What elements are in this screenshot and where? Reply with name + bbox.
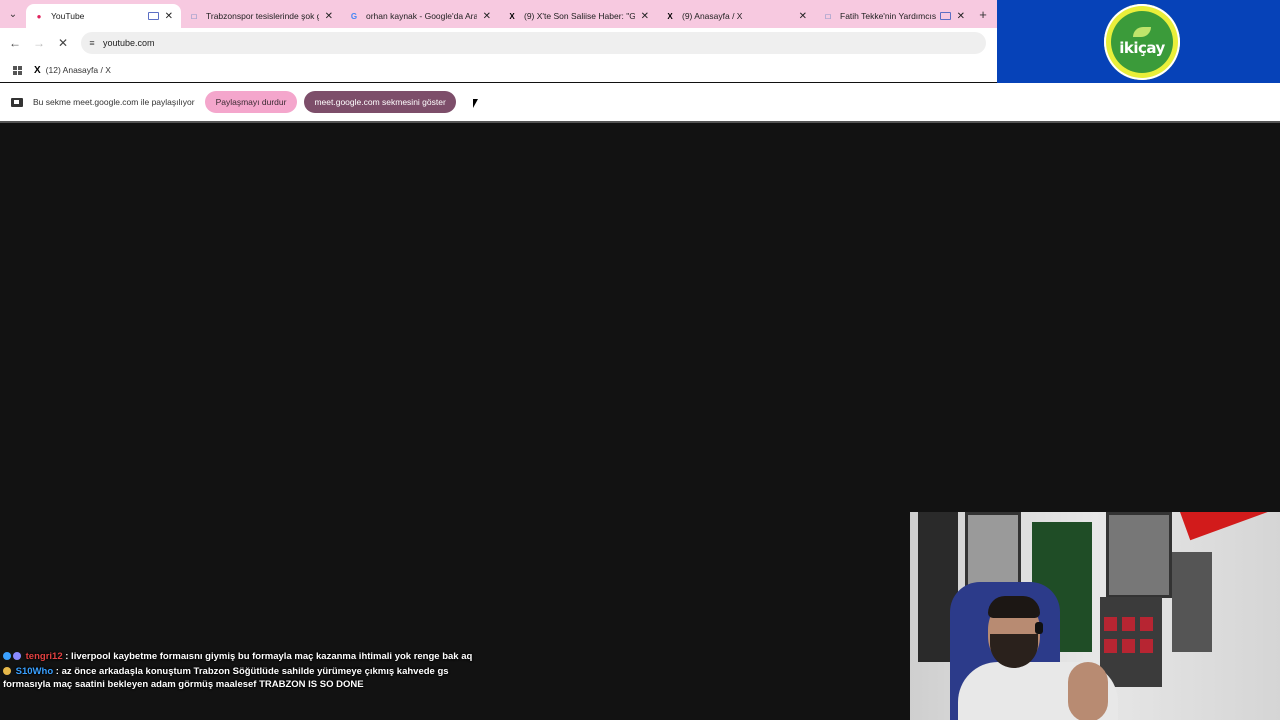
webcam-feed bbox=[910, 512, 1280, 720]
stop-loading-button[interactable]: ✕ bbox=[51, 28, 75, 58]
tab-youtube[interactable]: ● YouTube ✕ bbox=[26, 4, 181, 28]
chat-text: : az önce arkadaşla konuştum Trabzon Söğ… bbox=[3, 666, 449, 690]
show-meet-tab-button[interactable]: meet.google.com sekmesini göster bbox=[304, 91, 456, 113]
x-icon: X bbox=[509, 11, 515, 21]
screen-share-icon bbox=[11, 97, 23, 107]
x-icon: X bbox=[34, 64, 41, 76]
tab-sharing-bar: Bu sekme meet.google.com ile paylaşılıyo… bbox=[0, 83, 1280, 121]
tab-strip: ⌄ ● YouTube ✕ □ Trabzonspor tesislerinde… bbox=[0, 0, 997, 28]
apps-icon[interactable] bbox=[0, 65, 34, 75]
tab-x-haber[interactable]: X (9) X'te Son Saliise Haber: "Galat ✕ bbox=[499, 4, 657, 28]
chat-username: S10Who bbox=[15, 666, 54, 677]
tab-title: Fatih Tekke'nin Yardımcısı C bbox=[840, 11, 936, 21]
forward-button[interactable]: → bbox=[27, 28, 51, 58]
plus-icon: + bbox=[979, 6, 987, 22]
close-icon[interactable]: ✕ bbox=[799, 11, 807, 22]
tab-search-button[interactable]: ⌄ bbox=[0, 0, 26, 28]
youtube-icon: ● bbox=[36, 11, 42, 21]
logo-text: ikiçay bbox=[1119, 39, 1165, 57]
arrow-left-icon: ← bbox=[9, 36, 21, 50]
chat-message: tengri12 : liverpool kaybetme formaısnı … bbox=[3, 650, 473, 663]
tab-trabzonspor[interactable]: □ Trabzonspor tesislerinde şok ge ✕ bbox=[181, 4, 341, 28]
close-icon: ✕ bbox=[57, 36, 69, 50]
tab-fatih-tekke[interactable]: □ Fatih Tekke'nin Yardımcısı C ✕ bbox=[815, 4, 973, 28]
site-settings-icon[interactable]: ≡ bbox=[81, 38, 103, 48]
x-icon: X bbox=[667, 11, 673, 21]
close-icon[interactable]: ✕ bbox=[325, 11, 333, 22]
new-tab-button[interactable]: + bbox=[973, 0, 993, 28]
close-icon[interactable]: ✕ bbox=[165, 11, 173, 22]
stop-sharing-button[interactable]: Paylaşmayı durdur bbox=[204, 91, 298, 113]
google-icon: G bbox=[350, 11, 358, 21]
chat-overlay: tengri12 : liverpool kaybetme formaısnı … bbox=[3, 650, 473, 693]
ikicay-logo: ikiçay bbox=[1104, 4, 1180, 80]
cast-icon bbox=[939, 12, 951, 20]
badge-icon bbox=[3, 652, 11, 660]
bookmarks-bar: X (12) Anasayfa / X bbox=[0, 58, 997, 82]
close-icon[interactable]: ✕ bbox=[483, 11, 491, 22]
news-icon: □ bbox=[825, 11, 831, 21]
close-icon[interactable]: ✕ bbox=[641, 11, 649, 22]
tab-title: orhan kaynak - Google'da Ara bbox=[366, 11, 477, 21]
arrow-right-icon: → bbox=[33, 36, 45, 50]
tab-title: Trabzonspor tesislerinde şok ge bbox=[206, 11, 319, 21]
sharing-message: Bu sekme meet.google.com ile paylaşılıyo… bbox=[33, 97, 195, 107]
back-button[interactable]: ← bbox=[3, 28, 27, 58]
tab-title: (9) Anasayfa / X bbox=[682, 11, 743, 21]
tab-x-anasayfa[interactable]: X (9) Anasayfa / X ✕ bbox=[657, 4, 815, 28]
badge-icon bbox=[3, 667, 11, 675]
leaf-icon bbox=[1133, 27, 1151, 37]
badge-icon bbox=[13, 652, 21, 660]
close-icon[interactable]: ✕ bbox=[957, 11, 965, 22]
cast-icon bbox=[147, 12, 159, 20]
toolbar: ← → ✕ ≡ youtube.com bbox=[0, 28, 997, 58]
chat-username: tengri12 bbox=[25, 651, 63, 662]
address-bar[interactable]: ≡ youtube.com bbox=[81, 32, 986, 54]
chat-text: : liverpool kaybetme formaısnı giymiş bu… bbox=[65, 651, 473, 662]
tab-title: (9) X'te Son Saliise Haber: "Galat bbox=[524, 11, 635, 21]
tab-google-search[interactable]: G orhan kaynak - Google'da Ara ✕ bbox=[341, 4, 499, 28]
news-icon: □ bbox=[191, 11, 197, 21]
bookmark-item[interactable]: (12) Anasayfa / X bbox=[46, 65, 111, 75]
chevron-down-icon: ⌄ bbox=[8, 8, 18, 20]
mouse-cursor-icon bbox=[473, 99, 478, 108]
tab-title: YouTube bbox=[51, 11, 85, 21]
chat-message: S10Who : az önce arkadaşla konuştum Trab… bbox=[3, 665, 473, 691]
address-text: youtube.com bbox=[103, 38, 155, 48]
